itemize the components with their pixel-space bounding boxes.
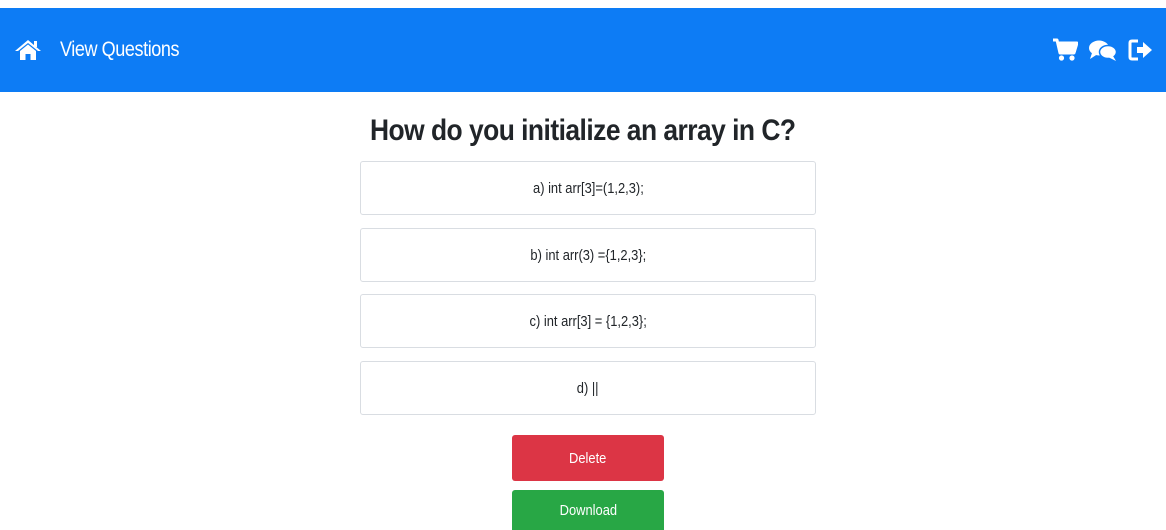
option-d[interactable]: d) || [360, 361, 816, 415]
option-c[interactable]: c) int arr[3] = {1,2,3}; [360, 294, 816, 348]
option-c-label: c) int arr[3] = {1,2,3}; [529, 312, 647, 330]
question-view: How do you initialize an array in C? a) … [0, 92, 1166, 530]
option-a-label: a) int arr[3]=(1,2,3); [532, 179, 644, 197]
navbar-brand[interactable]: View Questions [14, 38, 199, 62]
option-d-label: d) || [577, 379, 599, 397]
cart-icon[interactable] [1052, 37, 1078, 63]
option-a[interactable]: a) int arr[3]=(1,2,3); [360, 161, 816, 215]
delete-button-label: Delete [569, 449, 607, 467]
option-b[interactable]: b) int arr(3) ={1,2,3}; [360, 228, 816, 282]
download-button-label: Download [559, 501, 617, 519]
question-text: How do you initialize an array in C? [370, 114, 796, 147]
question-title: How do you initialize an array in C? [0, 114, 1166, 148]
comments-icon[interactable] [1088, 38, 1118, 62]
top-navbar: View Questions [0, 8, 1166, 92]
delete-button[interactable]: Delete [512, 435, 664, 481]
download-button[interactable]: Download [512, 490, 664, 530]
page-title: View Questions [60, 38, 180, 61]
sign-out-icon[interactable] [1128, 38, 1154, 62]
home-icon[interactable] [14, 39, 42, 61]
navbar-icons [1052, 37, 1154, 63]
option-b-label: b) int arr(3) ={1,2,3}; [530, 246, 646, 264]
